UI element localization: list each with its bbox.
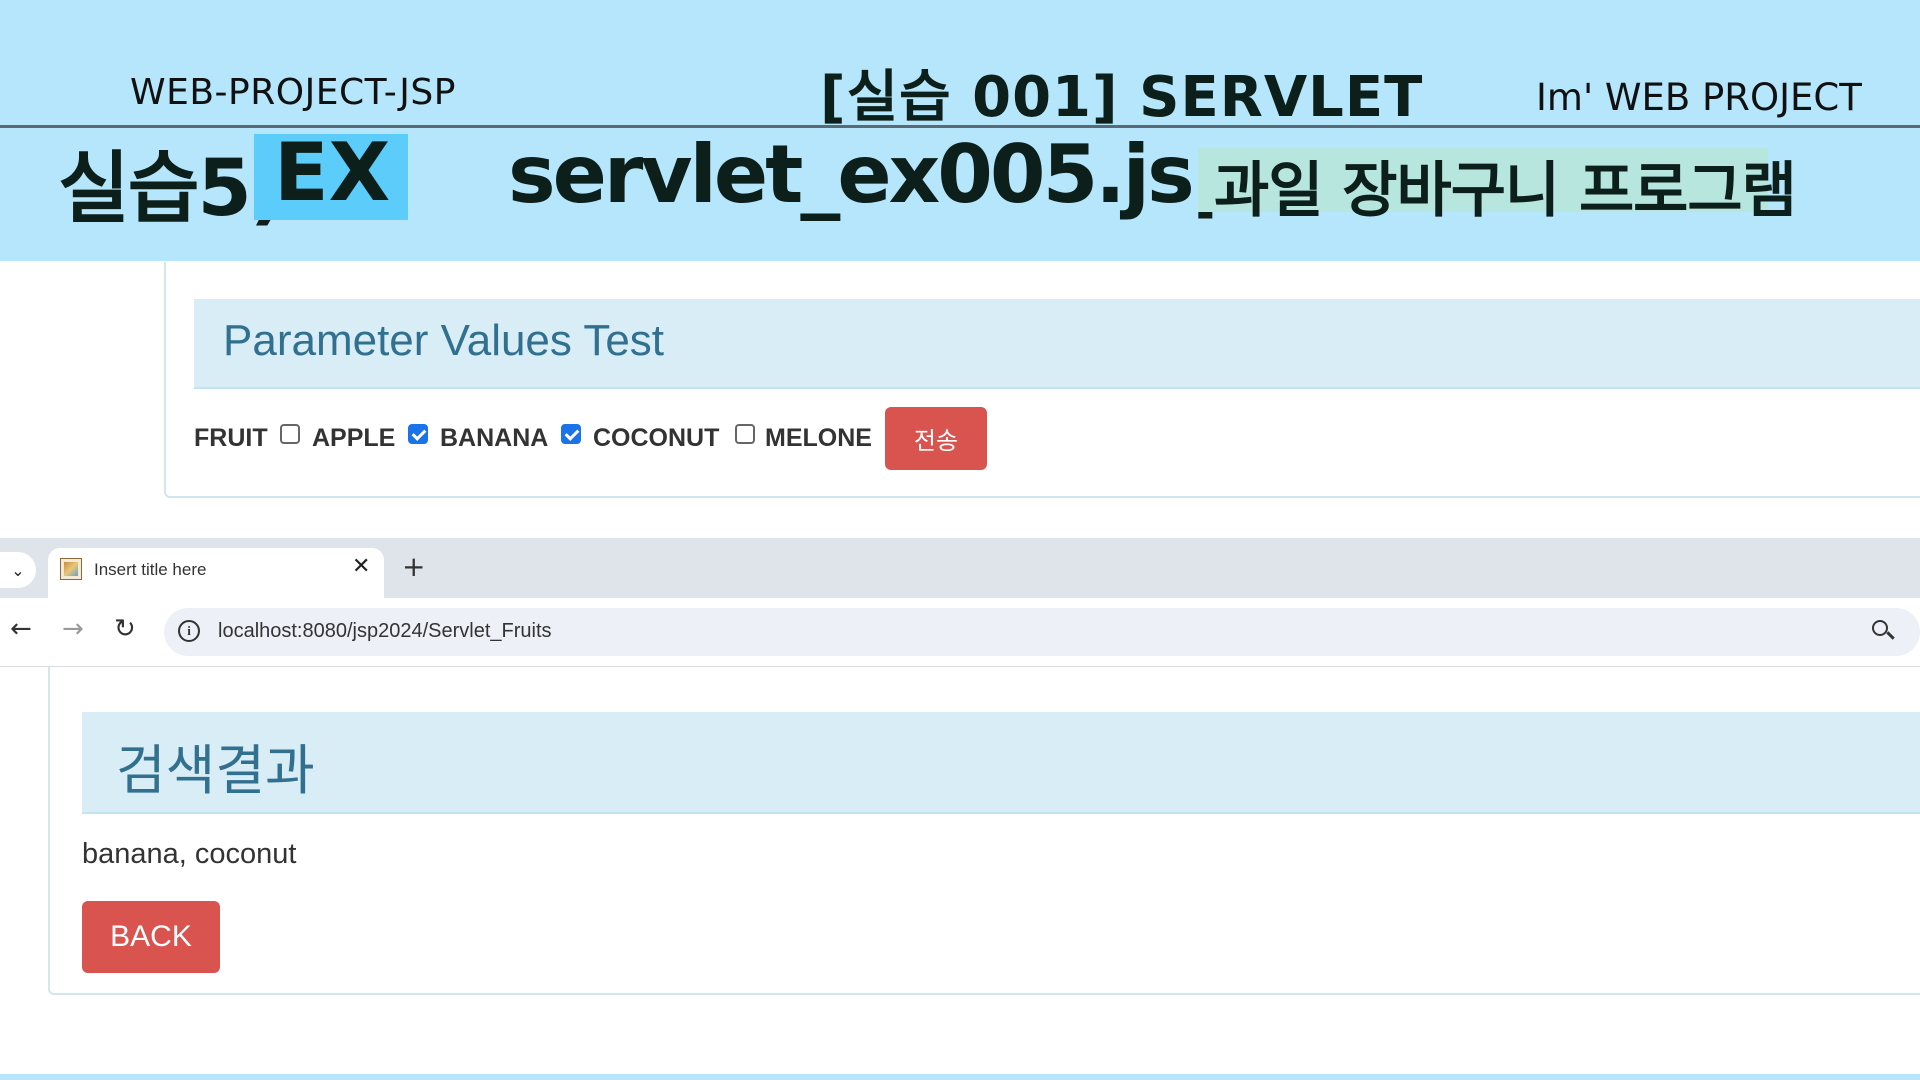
bottom-strip <box>0 1074 1920 1080</box>
practice-label: 실습5) <box>58 144 285 234</box>
project-label: WEB-PROJECT-JSP <box>130 72 456 113</box>
lesson-title: [실습 001] SERVLET <box>820 65 1424 130</box>
option-label-coconut: COCONUT <box>593 424 720 452</box>
new-tab-icon[interactable]: + <box>402 550 425 583</box>
checkbox-banana[interactable] <box>408 424 428 444</box>
site-info-icon[interactable]: i <box>178 620 200 642</box>
submit-button[interactable]: 전송 <box>885 407 987 470</box>
result-panel-heading <box>82 712 1920 814</box>
back-arrow-icon[interactable]: ← <box>10 614 32 644</box>
option-label-apple: APPLE <box>312 424 396 452</box>
checkbox-melone[interactable] <box>735 424 755 444</box>
result-text: banana, coconut <box>82 838 297 870</box>
url-text[interactable]: localhost:8080/jsp2024/Servlet_Fruits <box>218 620 552 643</box>
ex-label: EX <box>274 126 391 219</box>
close-tab-icon[interactable]: ✕ <box>352 554 370 579</box>
back-button[interactable]: BACK <box>82 901 220 973</box>
zoom-icon[interactable] <box>1872 620 1888 636</box>
favicon-icon <box>60 558 82 580</box>
brand-label: Im' WEB PROJECT <box>1536 76 1862 119</box>
tab-search-dropdown-icon[interactable]: ⌄ <box>0 552 36 588</box>
forward-arrow-icon[interactable]: → <box>62 614 84 644</box>
checkbox-coconut[interactable] <box>561 424 581 444</box>
form-panel-title: Parameter Values Test <box>223 316 665 365</box>
result-panel-title: 검색결과 <box>116 739 315 802</box>
option-label-banana: BANANA <box>440 424 549 452</box>
option-label-melone: MELONE <box>765 424 872 452</box>
tab-title: Insert title here <box>94 560 207 579</box>
checkbox-apple[interactable] <box>280 424 300 444</box>
subtitle-label: 과일 장바구니 프로그램 <box>1214 156 1797 226</box>
filename-label: servlet_ex005.jsp <box>508 128 1249 221</box>
reload-icon[interactable]: ↻ <box>114 614 136 644</box>
fruit-field-label: FRUIT <box>194 424 268 452</box>
